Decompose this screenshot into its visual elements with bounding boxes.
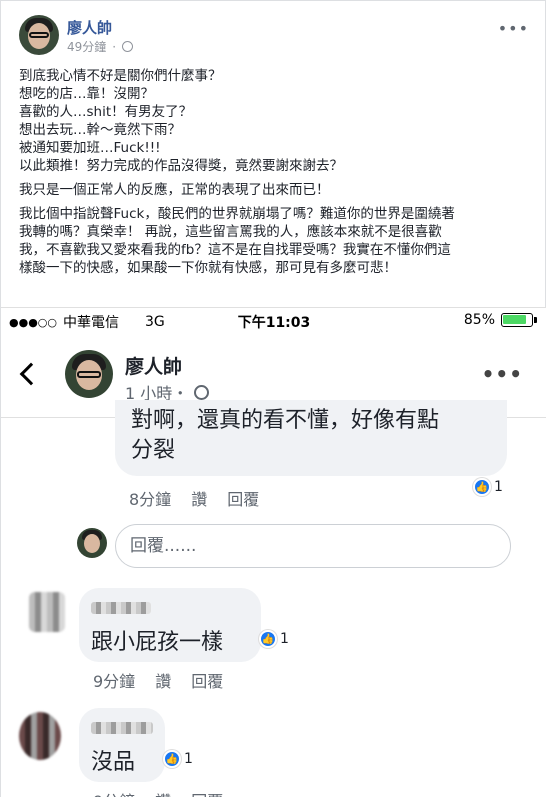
author-avatar[interactable] [19,15,59,55]
post-line: 樣酸一下的快感，如果酸一下你就有快感，那可見有多麼可悲！ [19,260,397,276]
post-line: 到底我心情不好是關你們什麼事？ [19,68,222,84]
comment-text: 跟小屁孩一樣 [91,630,224,655]
like-button[interactable]: 讚 [155,788,171,797]
comment-time: 9分鐘 [93,788,135,797]
nav-avatar[interactable] [65,350,113,398]
battery-percent: 85% [463,312,495,328]
commenter-name[interactable] [91,602,151,614]
globe-icon [122,41,134,52]
comment-actions: 9分鐘 讚 回覆 [93,788,223,797]
commenter-avatar[interactable] [19,712,61,760]
reply-input[interactable]: 回覆...... [115,524,511,568]
commenter-name[interactable] [91,722,153,734]
like-count[interactable]: 👍 1 [473,478,503,496]
post-line: 想出去玩…幹～竟然下雨？ [19,122,181,138]
status-bar: ●●●○○ 中華電信 3G 下午11:03 85% [1,308,546,334]
commenter-avatar[interactable] [29,592,65,632]
post-line: 我比個中指說聲Fuck，酸民們的世界就崩塌了嗎？難道你的世界是圍繞著 [19,206,455,222]
more-icon[interactable]: ••• [482,362,523,386]
comment-text: 對啊，還真的看不懂，好像有點 [131,408,440,433]
comment-actions: 8分鐘 讚 回覆 [129,486,259,510]
post-card: 廖人帥 49分鐘 · ••• 到底我心情不好是關你們什麼事？ 想吃的店…靠！沒開… [0,0,546,797]
globe-icon [194,384,210,400]
comment-bubble: 跟小屁孩一樣 [79,588,261,662]
comment-bubble: 沒品 [79,708,165,782]
author-name[interactable]: 廖人帥 [67,17,112,38]
post-line: 想吃的店…靠！沒開？ [19,86,154,102]
comment-actions: 9分鐘 讚 回覆 [93,668,223,692]
like-button[interactable]: 讚 [155,668,171,692]
post-body: 到底我心情不好是關你們什麼事？ 想吃的店…靠！沒開？ 喜歡的人…shit！有男友… [19,67,529,277]
post-line: 我只是一個正常人的反應，正常的表現了出來而已！ [19,182,330,198]
comment-text: 沒品 [91,750,136,775]
post-line: 我，不喜歡我又愛來看我的fb？這不是在自找罪受嗎？我實在不懂你們這 [19,242,451,258]
reply-avatar [77,528,107,558]
post-line: 被通知要加班…Fuck!!! [19,140,161,156]
reply-button[interactable]: 回覆 [191,788,223,797]
post-line: 我轉的嗎？真榮幸！ 再說，這些留言罵我的人，應該本來就不是很喜歡 [19,224,442,240]
battery-icon [501,313,533,327]
like-count[interactable]: 👍 1 [163,750,193,768]
comment-bubble: 對啊，還真的看不懂，好像有點 分裂 [115,400,507,476]
post-header: 廖人帥 49分鐘 · ••• [19,15,529,55]
post-line: 以此類推！努力完成的作品沒得獎，竟然要謝來謝去？ [19,158,343,174]
nav-author-name[interactable]: 廖人帥 [125,352,182,379]
like-count[interactable]: 👍 1 [259,630,289,648]
post-time[interactable]: 49分鐘 [67,38,106,55]
reply-box: 回覆...... [77,524,517,568]
back-chevron-icon[interactable] [19,362,43,386]
comment-text: 分裂 [131,438,176,463]
embedded-screenshot[interactable]: ●●●○○ 中華電信 3G 下午11:03 85% 廖人帥 1 小時・ ••• [1,307,546,797]
reply-button[interactable]: 回覆 [227,486,259,510]
like-icon: 👍 [163,750,181,768]
post-line: 喜歡的人…shit！有男友了？ [19,104,193,120]
post-meta: 49分鐘 · [67,38,134,55]
like-icon: 👍 [473,478,491,496]
reply-button[interactable]: 回覆 [191,668,223,692]
like-button[interactable]: 讚 [191,486,207,510]
like-icon: 👍 [259,630,277,648]
comment-time: 8分鐘 [129,490,172,509]
comment-time: 9分鐘 [93,672,136,691]
more-icon[interactable]: ••• [498,19,529,38]
